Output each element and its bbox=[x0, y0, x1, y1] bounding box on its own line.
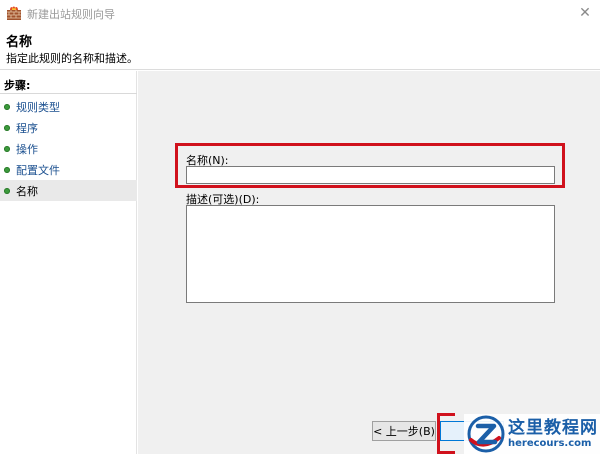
window-title: 新建出站规则向导 bbox=[27, 8, 115, 21]
sidebar-item-label: 程序 bbox=[16, 121, 38, 135]
watermark-title: 这里教程网 bbox=[508, 417, 598, 438]
sidebar-item-program[interactable]: 程序 bbox=[0, 117, 137, 138]
step-dot-icon bbox=[4, 166, 10, 173]
watermark-url: herecours.com bbox=[508, 437, 592, 449]
sidebar-item-label: 配置文件 bbox=[16, 163, 60, 177]
sidebar-item-label: 名称 bbox=[16, 184, 38, 198]
watermark-logo-icon bbox=[467, 415, 505, 453]
close-icon: ✕ bbox=[579, 5, 591, 21]
page-title: 名称 bbox=[6, 35, 33, 50]
close-button[interactable]: ✕ bbox=[570, 0, 600, 26]
page-description: 指定此规则的名称和描述。 bbox=[6, 52, 138, 65]
step-dot-icon bbox=[4, 103, 10, 110]
sidebar-item-profile[interactable]: 配置文件 bbox=[0, 159, 137, 180]
step-dot-icon bbox=[4, 187, 10, 194]
name-highlight-box bbox=[175, 143, 565, 188]
page-header: 名称 指定此规则的名称和描述。 bbox=[0, 26, 600, 70]
step-dot-icon bbox=[4, 124, 10, 131]
description-input[interactable] bbox=[186, 205, 555, 303]
firewall-icon bbox=[7, 6, 21, 20]
sidebar-item-rule-type[interactable]: 规则类型 bbox=[0, 96, 137, 117]
steps-divider bbox=[0, 93, 137, 94]
watermark: 这里教程网 herecours.com bbox=[464, 414, 600, 454]
watermark-text: 这里教程网 herecours.com bbox=[508, 417, 598, 450]
sidebar-item-action[interactable]: 操作 bbox=[0, 138, 137, 159]
next-highlight-box bbox=[437, 413, 455, 454]
wizard-content: 名称(N): 描述(可选)(D): < 上一步(B) bbox=[138, 71, 600, 454]
sidebar-item-name[interactable]: 名称 bbox=[0, 180, 137, 201]
steps-heading: 步骤: bbox=[4, 79, 31, 92]
back-button[interactable]: < 上一步(B) bbox=[372, 421, 436, 441]
step-dot-icon bbox=[4, 145, 10, 152]
title-bar: 新建出站规则向导 ✕ bbox=[0, 0, 600, 26]
steps-sidebar: 步骤: 规则类型 程序 操作 配置文件 名称 bbox=[0, 71, 137, 454]
sidebar-item-label: 操作 bbox=[16, 142, 38, 156]
sidebar-item-label: 规则类型 bbox=[16, 100, 60, 114]
